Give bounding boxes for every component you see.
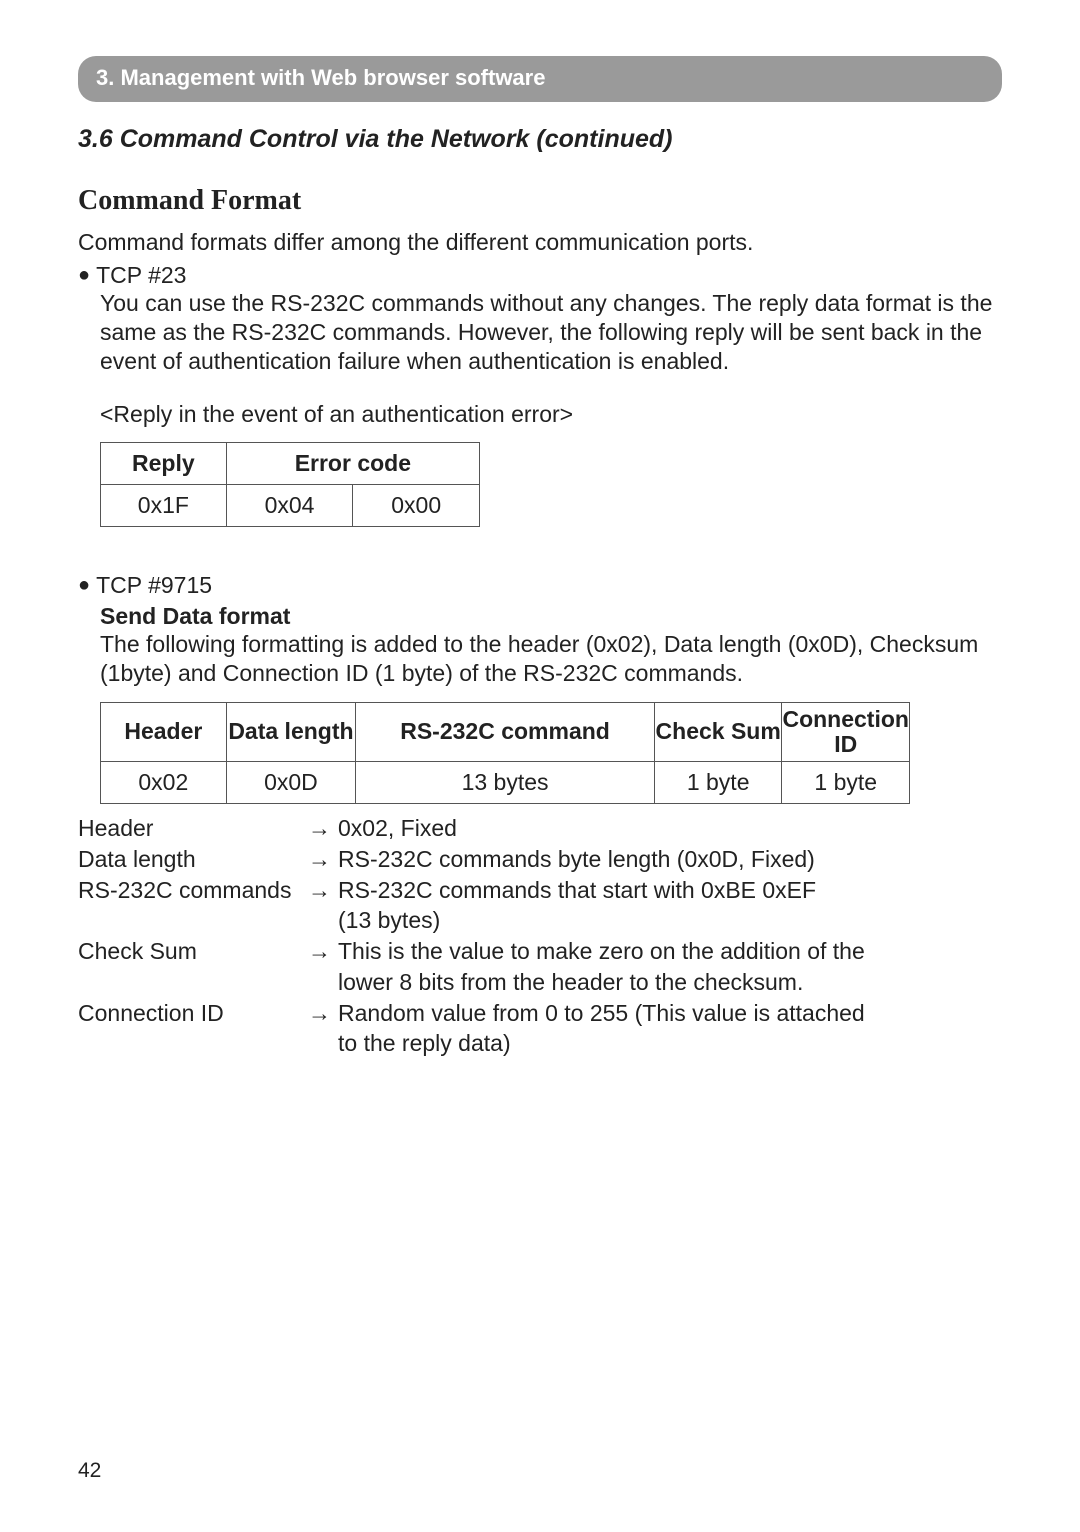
send-th-header: Header xyxy=(101,702,227,762)
error-th-reply: Reply xyxy=(101,443,227,485)
bullet-icon: ● xyxy=(78,571,96,599)
tcp23-text: You can use the RS-232C commands without… xyxy=(78,289,1002,375)
tcp9715-label-row: ● TCP #9715 xyxy=(78,571,1002,600)
def-rs232-v: RS-232C commands that start with 0xBE 0x… xyxy=(338,876,1002,905)
heading-command-format: Command Format xyxy=(78,183,1002,218)
def-datalen-k: Data length xyxy=(78,845,306,874)
arrow-icon: → xyxy=(308,999,336,1028)
send-th-datalen: Data length xyxy=(226,702,356,762)
def-header-v: 0x02, Fixed xyxy=(338,814,1002,843)
tcp23-label: TCP #23 xyxy=(96,261,186,290)
bullet-icon: ● xyxy=(78,261,96,289)
subsection-title: 3.6 Command Control via the Network (con… xyxy=(78,124,1002,155)
send-th-conn: Connection ID xyxy=(782,702,910,762)
error-th-code: Error code xyxy=(226,443,479,485)
arrow-icon: → xyxy=(308,876,336,905)
tcp23-label-row: ● TCP #23 xyxy=(78,261,1002,290)
intro-text: Command formats differ among the differe… xyxy=(78,228,1002,257)
def-datalen-v: RS-232C commands byte length (0x0D, Fixe… xyxy=(338,845,1002,874)
send-table: Header Data length RS-232C command Check… xyxy=(100,702,910,804)
arrow-icon: → xyxy=(308,814,336,843)
error-td-c3: 0x00 xyxy=(353,485,480,527)
def-conn-cont: to the reply data) xyxy=(338,1029,1002,1058)
send-th-chk: Check Sum xyxy=(654,702,782,762)
tcp9715-text: The following formatting is added to the… xyxy=(78,630,1002,688)
arrow-icon: → xyxy=(308,845,336,874)
def-rs232-k: RS-232C commands xyxy=(78,876,306,905)
section-banner: 3. Management with Web browser software xyxy=(78,56,1002,102)
def-conn-v: Random value from 0 to 255 (This value i… xyxy=(338,999,1002,1028)
tcp9715-label: TCP #9715 xyxy=(96,571,212,600)
send-td-cmd: 13 bytes xyxy=(356,762,655,804)
send-data-format-heading: Send Data format xyxy=(78,602,1002,631)
reply-title: <Reply in the event of an authentication… xyxy=(78,400,1002,429)
def-conn-k: Connection ID xyxy=(78,999,306,1028)
error-td-reply: 0x1F xyxy=(101,485,227,527)
send-td-chk: 1 byte xyxy=(654,762,782,804)
def-rs232-cont: (13 bytes) xyxy=(338,906,1002,935)
def-chk-v: This is the value to make zero on the ad… xyxy=(338,937,1002,966)
send-td-header: 0x02 xyxy=(101,762,227,804)
page-number: 42 xyxy=(78,1458,101,1484)
error-td-c2: 0x04 xyxy=(226,485,353,527)
def-header-k: Header xyxy=(78,814,306,843)
arrow-icon: → xyxy=(308,937,336,966)
def-chk-cont: lower 8 bits from the header to the chec… xyxy=(338,968,1002,997)
error-table: Reply Error code 0x1F 0x04 0x00 xyxy=(100,442,480,527)
send-th-cmd: RS-232C command xyxy=(356,702,655,762)
send-td-datalen: 0x0D xyxy=(226,762,356,804)
def-chk-k: Check Sum xyxy=(78,937,306,966)
send-td-conn: 1 byte xyxy=(782,762,910,804)
